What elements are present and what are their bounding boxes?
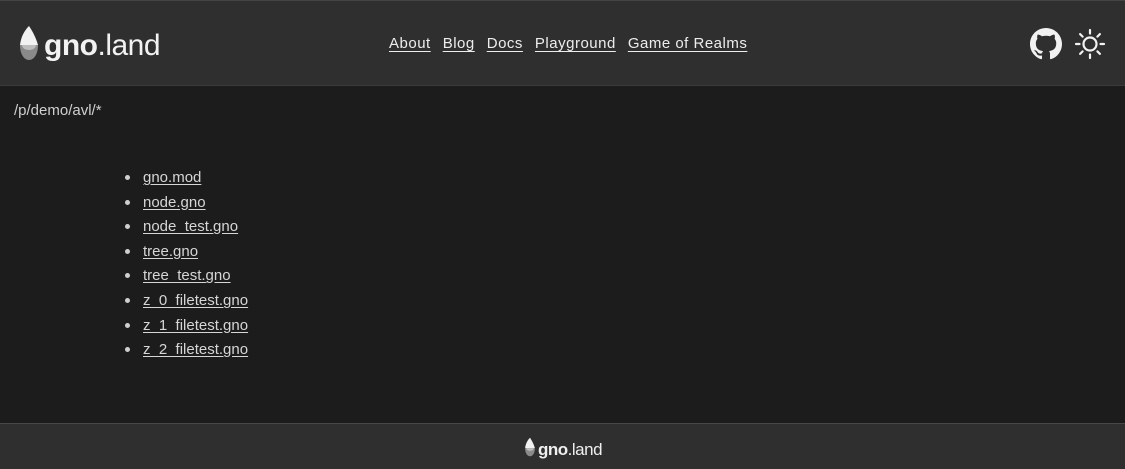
nav-link-docs[interactable]: Docs: [487, 35, 523, 52]
list-item: z_0_filetest.gno: [125, 290, 248, 315]
file-list: gno.mod node.gno node_test.gno tree.gno …: [125, 167, 248, 364]
list-item: z_1_filetest.gno: [125, 315, 248, 340]
nav-link-about[interactable]: About: [389, 35, 431, 52]
footer-logo-text-light: .land: [567, 440, 603, 459]
nav-link-playground[interactable]: Playground: [535, 35, 616, 52]
list-item: node.gno: [125, 192, 248, 217]
file-link-z-1-filetest-gno[interactable]: z_1_filetest.gno: [143, 317, 248, 334]
gnome-logo-icon: [18, 25, 40, 66]
list-item: node_test.gno: [125, 216, 248, 241]
nav-link-blog[interactable]: Blog: [443, 35, 475, 52]
file-link-tree-gno[interactable]: tree.gno: [143, 243, 198, 260]
footer-logo-text: gno.land: [538, 440, 603, 459]
header-icons: [1029, 27, 1107, 61]
main-nav: About Blog Docs Playground Game of Realm…: [389, 35, 747, 52]
footer-logo[interactable]: gno.land: [524, 437, 603, 462]
list-item: gno.mod: [125, 167, 248, 192]
nav-link-game-of-realms[interactable]: Game of Realms: [628, 35, 748, 52]
list-item: z_2_filetest.gno: [125, 339, 248, 364]
footer-logo-text-bold: gno: [538, 440, 568, 459]
file-link-gno-mod[interactable]: gno.mod: [143, 169, 201, 186]
logo-text: gno.land: [44, 28, 161, 62]
package-path: /p/demo/avl/*: [14, 102, 102, 119]
file-link-z-0-filetest-gno[interactable]: z_0_filetest.gno: [143, 292, 248, 309]
file-link-tree-test-gno[interactable]: tree_test.gno: [143, 267, 231, 284]
list-item: tree_test.gno: [125, 265, 248, 290]
gno-land-logo[interactable]: gno.land: [18, 25, 161, 66]
site-header: gno.land About Blog Docs Playground Game…: [0, 0, 1125, 86]
file-link-z-2-filetest-gno[interactable]: z_2_filetest.gno: [143, 341, 248, 358]
logo-text-light: .land: [97, 28, 161, 62]
sun-icon[interactable]: [1073, 27, 1107, 61]
list-item: tree.gno: [125, 241, 248, 266]
file-link-node-gno[interactable]: node.gno: [143, 194, 206, 211]
file-link-node-test-gno[interactable]: node_test.gno: [143, 218, 238, 235]
github-icon[interactable]: [1029, 27, 1063, 61]
logo-text-bold: gno: [44, 28, 98, 62]
site-footer: gno.land: [0, 423, 1125, 469]
gnome-logo-icon: [524, 437, 536, 462]
